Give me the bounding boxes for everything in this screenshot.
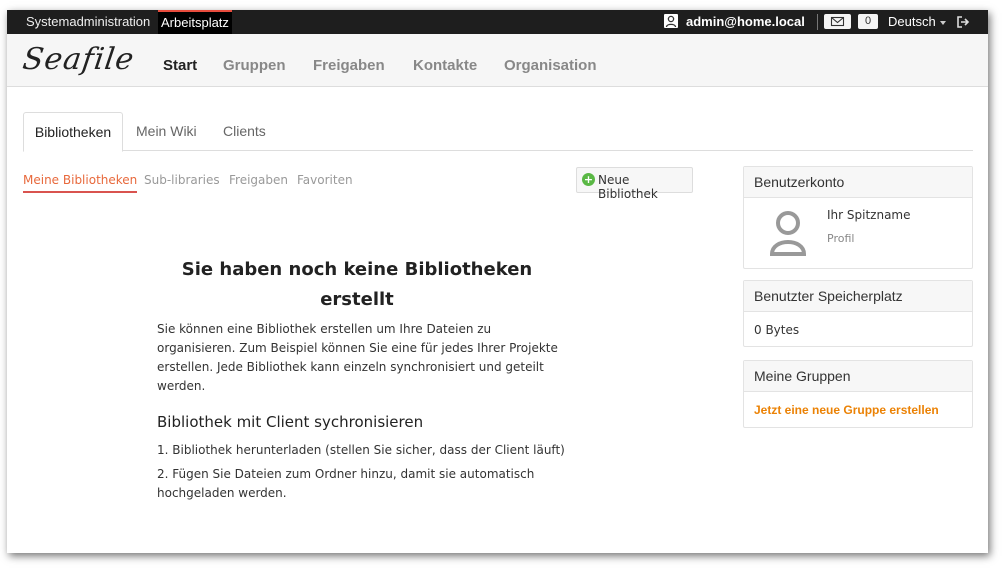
user-menu[interactable]: admin@home.local [686, 10, 805, 34]
sync-step-2: 2. Fügen Sie Dateien zum Ordner hinzu, d… [157, 467, 535, 500]
subtab-my-libraries[interactable]: Meine Bibliotheken [23, 173, 138, 193]
empty-state-title: Sie haben noch keine Bibliotheken erstel… [181, 259, 533, 310]
caret-down-icon [939, 20, 946, 25]
groups-panel: Meine Gruppen Jetzt eine neue Gruppe ers… [743, 360, 973, 428]
top-bar: Systemadministration Arbeitsplatz admin@… [7, 10, 988, 34]
main-tabs: Bibliotheken Mein Wiki Clients [23, 112, 973, 152]
nav-start[interactable]: Start [163, 57, 197, 74]
nav-shares[interactable]: Freigaben [313, 57, 385, 74]
tab-wiki[interactable]: Mein Wiki [136, 112, 197, 149]
empty-state-text: Sie können eine Bibliothek erstellen um … [157, 322, 558, 393]
mail-icon[interactable] [824, 14, 851, 29]
user-icon [664, 14, 678, 28]
sync-step-1: 1. Bibliothek herunterladen (stellen Sie… [157, 443, 565, 457]
subtab-favorites[interactable]: Favoriten [297, 173, 353, 187]
nickname: Ihr Spitzname [827, 208, 911, 222]
tab-clients[interactable]: Clients [223, 112, 266, 149]
logout-icon[interactable] [956, 15, 970, 29]
divider [817, 14, 818, 30]
sync-subtitle: Bibliothek mit Client sychronisieren [157, 413, 424, 431]
storage-used: 0 Bytes [754, 323, 800, 337]
groups-panel-title: Meine Gruppen [744, 361, 972, 392]
nav-groups[interactable]: Gruppen [223, 57, 286, 74]
plus-icon: + [582, 173, 595, 186]
app-header: Seafile Start Gruppen Freigaben Kontakte… [7, 34, 988, 87]
profile-link[interactable]: Profil [827, 232, 854, 245]
workspace-link[interactable]: Arbeitsplatz [158, 10, 232, 34]
new-library-button[interactable]: + Neue Bibliothek [576, 167, 693, 201]
account-panel-title: Benutzerkonto [744, 167, 972, 198]
notification-count-badge[interactable]: 0 [858, 14, 878, 29]
browser-window: Systemadministration Arbeitsplatz admin@… [7, 10, 988, 553]
nav-contacts[interactable]: Kontakte [413, 57, 477, 74]
new-library-label: Neue Bibliothek [598, 173, 658, 201]
tab-libraries[interactable]: Bibliotheken [23, 112, 123, 152]
account-panel: Benutzerkonto Ihr Spitzname Profil [743, 166, 973, 269]
create-group-link[interactable]: Jetzt eine neue Gruppe erstellen [754, 403, 939, 417]
nav-organisation[interactable]: Organisation [504, 57, 597, 74]
avatar-icon[interactable] [766, 208, 810, 256]
storage-panel: Benutzter Speicherplatz 0 Bytes [743, 280, 973, 347]
storage-panel-title: Benutzter Speicherplatz [744, 281, 972, 312]
language-selector[interactable]: Deutsch [888, 10, 946, 34]
subtab-sub-libraries[interactable]: Sub-libraries [144, 173, 220, 187]
seafile-logo[interactable]: Seafile [21, 42, 137, 77]
sysadmin-link[interactable]: Systemadministration [26, 10, 150, 34]
subtab-shared[interactable]: Freigaben [229, 173, 288, 187]
language-label: Deutsch [888, 14, 936, 29]
